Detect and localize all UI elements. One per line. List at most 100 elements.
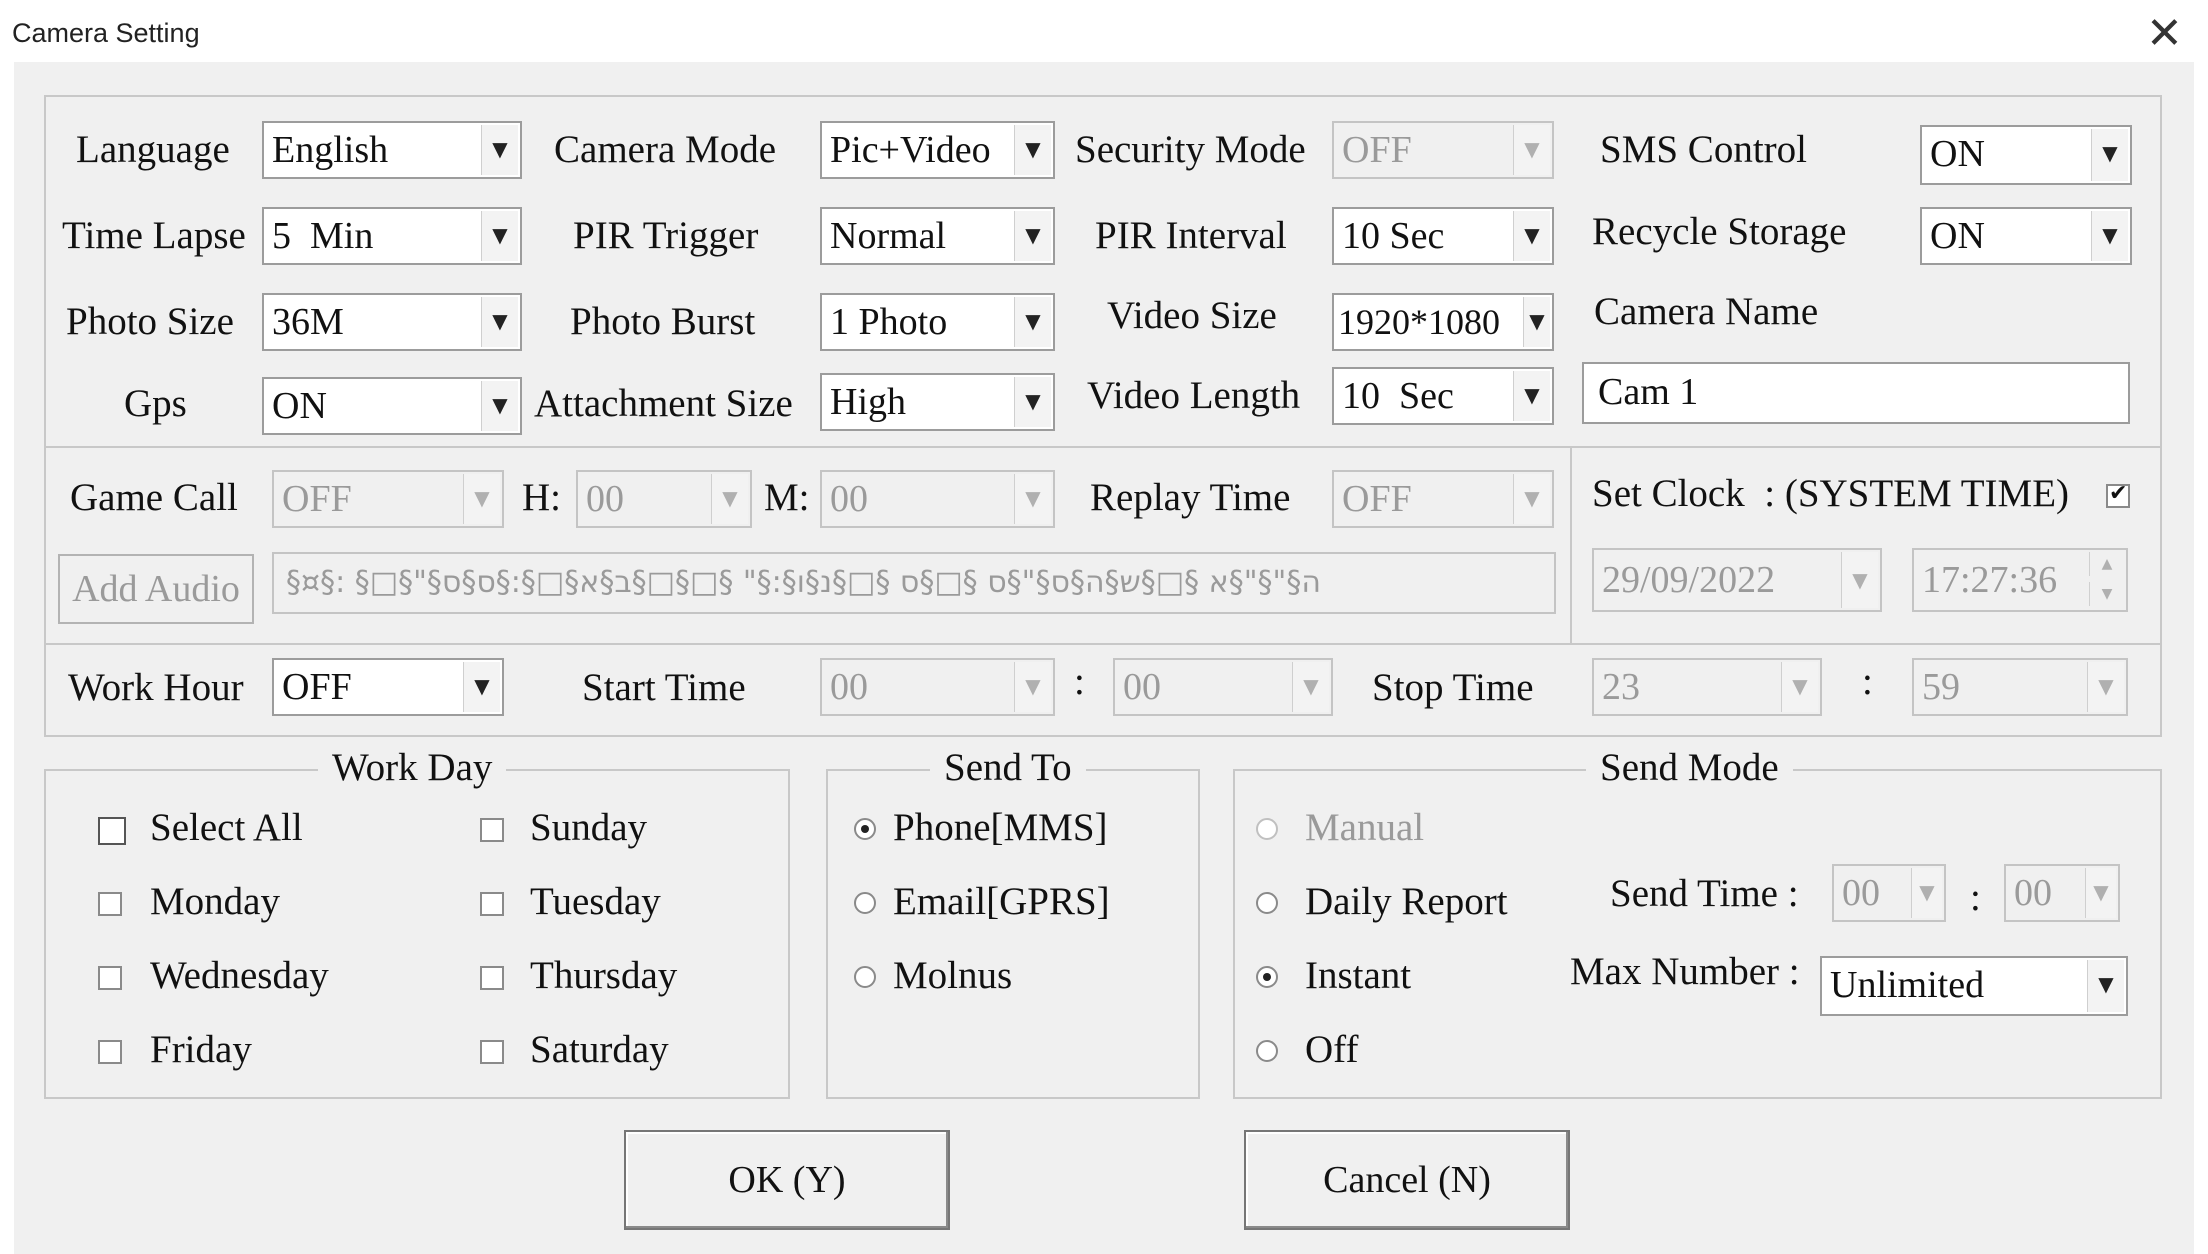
- camera-name-input[interactable]: Cam 1: [1582, 362, 2130, 424]
- send-mode-legend: Send Mode: [1586, 744, 1793, 792]
- recycle-storage-select[interactable]: ON ▼: [1920, 207, 2132, 265]
- chevron-down-icon[interactable]: ▼: [1841, 552, 1878, 608]
- camera-mode-label: Camera Mode: [554, 128, 777, 171]
- pir-trigger-select[interactable]: Normal ▼: [820, 207, 1055, 265]
- clock-date-picker[interactable]: 29/09/2022 ▼: [1592, 548, 1882, 612]
- sunday-checkbox[interactable]: [480, 818, 504, 842]
- chevron-down-icon[interactable]: ▼: [2087, 960, 2124, 1012]
- chevron-down-icon[interactable]: ▼: [711, 474, 748, 524]
- chevron-down-icon[interactable]: ▼: [1513, 211, 1550, 261]
- manual-radio[interactable]: [1256, 818, 1278, 840]
- chevron-down-icon[interactable]: ▼: [1513, 371, 1550, 421]
- stop-minute-select[interactable]: 59 ▼: [1912, 658, 2128, 716]
- chevron-down-icon[interactable]: ▼: [1911, 868, 1942, 918]
- window-title: Camera Setting: [12, 18, 200, 48]
- chevron-down-icon[interactable]: ▼: [481, 125, 518, 175]
- molnus-radio[interactable]: [854, 966, 876, 988]
- chevron-down-icon[interactable]: ▼: [1292, 662, 1329, 712]
- friday-checkbox[interactable]: [98, 1040, 122, 1064]
- start-minute-select[interactable]: 00 ▼: [1113, 658, 1333, 716]
- stop-hour-select[interactable]: 23 ▼: [1592, 658, 1822, 716]
- time-lapse-select[interactable]: 5 Min ▼: [262, 207, 522, 265]
- game-call-label: Game Call: [70, 476, 238, 519]
- monday-checkbox[interactable]: [98, 892, 122, 916]
- photo-size-select[interactable]: 36M ▼: [262, 293, 522, 351]
- chevron-down-icon[interactable]: ▼: [1513, 125, 1550, 175]
- language-value: English: [272, 129, 389, 171]
- chevron-down-icon[interactable]: ▼: [1014, 125, 1051, 175]
- game-call-minute-select[interactable]: 00 ▼: [820, 470, 1055, 528]
- video-length-select[interactable]: 10 Sec ▼: [1332, 367, 1554, 425]
- security-mode-label: Security Mode: [1075, 128, 1306, 171]
- pir-interval-select[interactable]: 10 Sec ▼: [1332, 207, 1554, 265]
- chevron-down-icon[interactable]: ▼: [481, 297, 518, 347]
- spin-up-icon[interactable]: ▲: [2089, 552, 2124, 576]
- select-all-checkbox[interactable]: [98, 817, 126, 845]
- clock-time-spinner[interactable]: 17:27:36 ▲ ▼: [1912, 548, 2128, 612]
- max-number-value: Unlimited: [1830, 964, 1985, 1006]
- time-separator: :: [1074, 660, 1085, 703]
- start-time-label: Start Time: [582, 666, 746, 709]
- off-radio[interactable]: [1256, 1040, 1278, 1062]
- system-time-checkbox[interactable]: ✔: [2106, 481, 2130, 508]
- camera-name-value: Cam 1: [1598, 371, 1699, 413]
- thursday-checkbox[interactable]: [480, 966, 504, 990]
- time-separator: :: [1862, 660, 1873, 703]
- divider: [1570, 448, 1572, 643]
- chevron-down-icon[interactable]: ▼: [1014, 297, 1051, 347]
- tuesday-checkbox[interactable]: [480, 892, 504, 916]
- chevron-down-icon[interactable]: ▼: [1014, 211, 1051, 261]
- chevron-down-icon[interactable]: ▼: [1014, 377, 1051, 427]
- ok-button[interactable]: OK (Y): [624, 1130, 950, 1230]
- chevron-down-icon[interactable]: ▼: [2091, 211, 2128, 261]
- close-icon[interactable]: ✕: [2146, 12, 2183, 56]
- add-audio-button[interactable]: Add Audio: [58, 554, 254, 624]
- chevron-down-icon[interactable]: ▼: [2085, 868, 2116, 918]
- attachment-size-value: High: [830, 381, 906, 423]
- photo-burst-value: 1 Photo: [830, 301, 948, 343]
- chevron-down-icon[interactable]: ▼: [1014, 474, 1051, 524]
- sms-control-select[interactable]: ON ▼: [1920, 125, 2132, 185]
- instant-radio[interactable]: [1256, 966, 1278, 988]
- chevron-down-icon[interactable]: ▼: [463, 662, 500, 712]
- chevron-down-icon[interactable]: ▼: [481, 211, 518, 261]
- chevron-down-icon[interactable]: ▼: [1781, 662, 1818, 712]
- chevron-down-icon[interactable]: ▼: [463, 474, 500, 524]
- send-time-minute-select[interactable]: 00 ▼: [2004, 864, 2120, 922]
- saturday-label: Saturday: [530, 1028, 669, 1071]
- chevron-down-icon[interactable]: ▼: [2087, 662, 2124, 712]
- chevron-down-icon[interactable]: ▼: [481, 381, 518, 431]
- stop-minute-value: 59: [1922, 666, 1960, 708]
- chevron-down-icon[interactable]: ▼: [1523, 297, 1550, 347]
- chevron-down-icon[interactable]: ▼: [1014, 662, 1051, 712]
- email-gprs-radio[interactable]: [854, 892, 876, 914]
- max-number-select[interactable]: Unlimited ▼: [1820, 956, 2128, 1016]
- start-hour-select[interactable]: 00 ▼: [820, 658, 1055, 716]
- language-select[interactable]: English ▼: [262, 121, 522, 179]
- chevron-down-icon[interactable]: ▼: [2091, 129, 2128, 181]
- chevron-down-icon[interactable]: ▼: [1513, 474, 1550, 524]
- game-call-select[interactable]: OFF ▼: [272, 470, 504, 528]
- game-call-hour-select[interactable]: 00 ▼: [576, 470, 752, 528]
- phone-mms-label: Phone[MMS]: [893, 806, 1108, 849]
- saturday-checkbox[interactable]: [480, 1040, 504, 1064]
- daily-report-radio[interactable]: [1256, 892, 1278, 914]
- photo-size-label: Photo Size: [66, 300, 234, 343]
- tuesday-label: Tuesday: [530, 880, 661, 923]
- camera-mode-select[interactable]: Pic+Video ▼: [820, 121, 1055, 179]
- send-time-hour-select[interactable]: 00 ▼: [1832, 864, 1946, 922]
- audio-path-field[interactable]: §¤§: §□§"§ה§"§"§א §□§ש§ה§ס§"§ס §□§ס §□§נ…: [272, 552, 1556, 614]
- attachment-size-select[interactable]: High ▼: [820, 373, 1055, 431]
- phone-mms-radio[interactable]: [854, 818, 876, 840]
- video-size-select[interactable]: 1920*1080 ▼: [1332, 293, 1554, 351]
- cancel-button[interactable]: Cancel (N): [1244, 1130, 1570, 1230]
- photo-burst-select[interactable]: 1 Photo ▼: [820, 293, 1055, 351]
- replay-time-select[interactable]: OFF ▼: [1332, 470, 1554, 528]
- security-mode-select[interactable]: OFF ▼: [1332, 121, 1554, 179]
- gps-value: ON: [272, 385, 327, 427]
- gps-select[interactable]: ON ▼: [262, 377, 522, 435]
- time-separator: :: [1970, 876, 1981, 919]
- spin-down-icon[interactable]: ▼: [2089, 582, 2124, 606]
- work-hour-select[interactable]: OFF ▼: [272, 658, 504, 716]
- wednesday-checkbox[interactable]: [98, 966, 122, 990]
